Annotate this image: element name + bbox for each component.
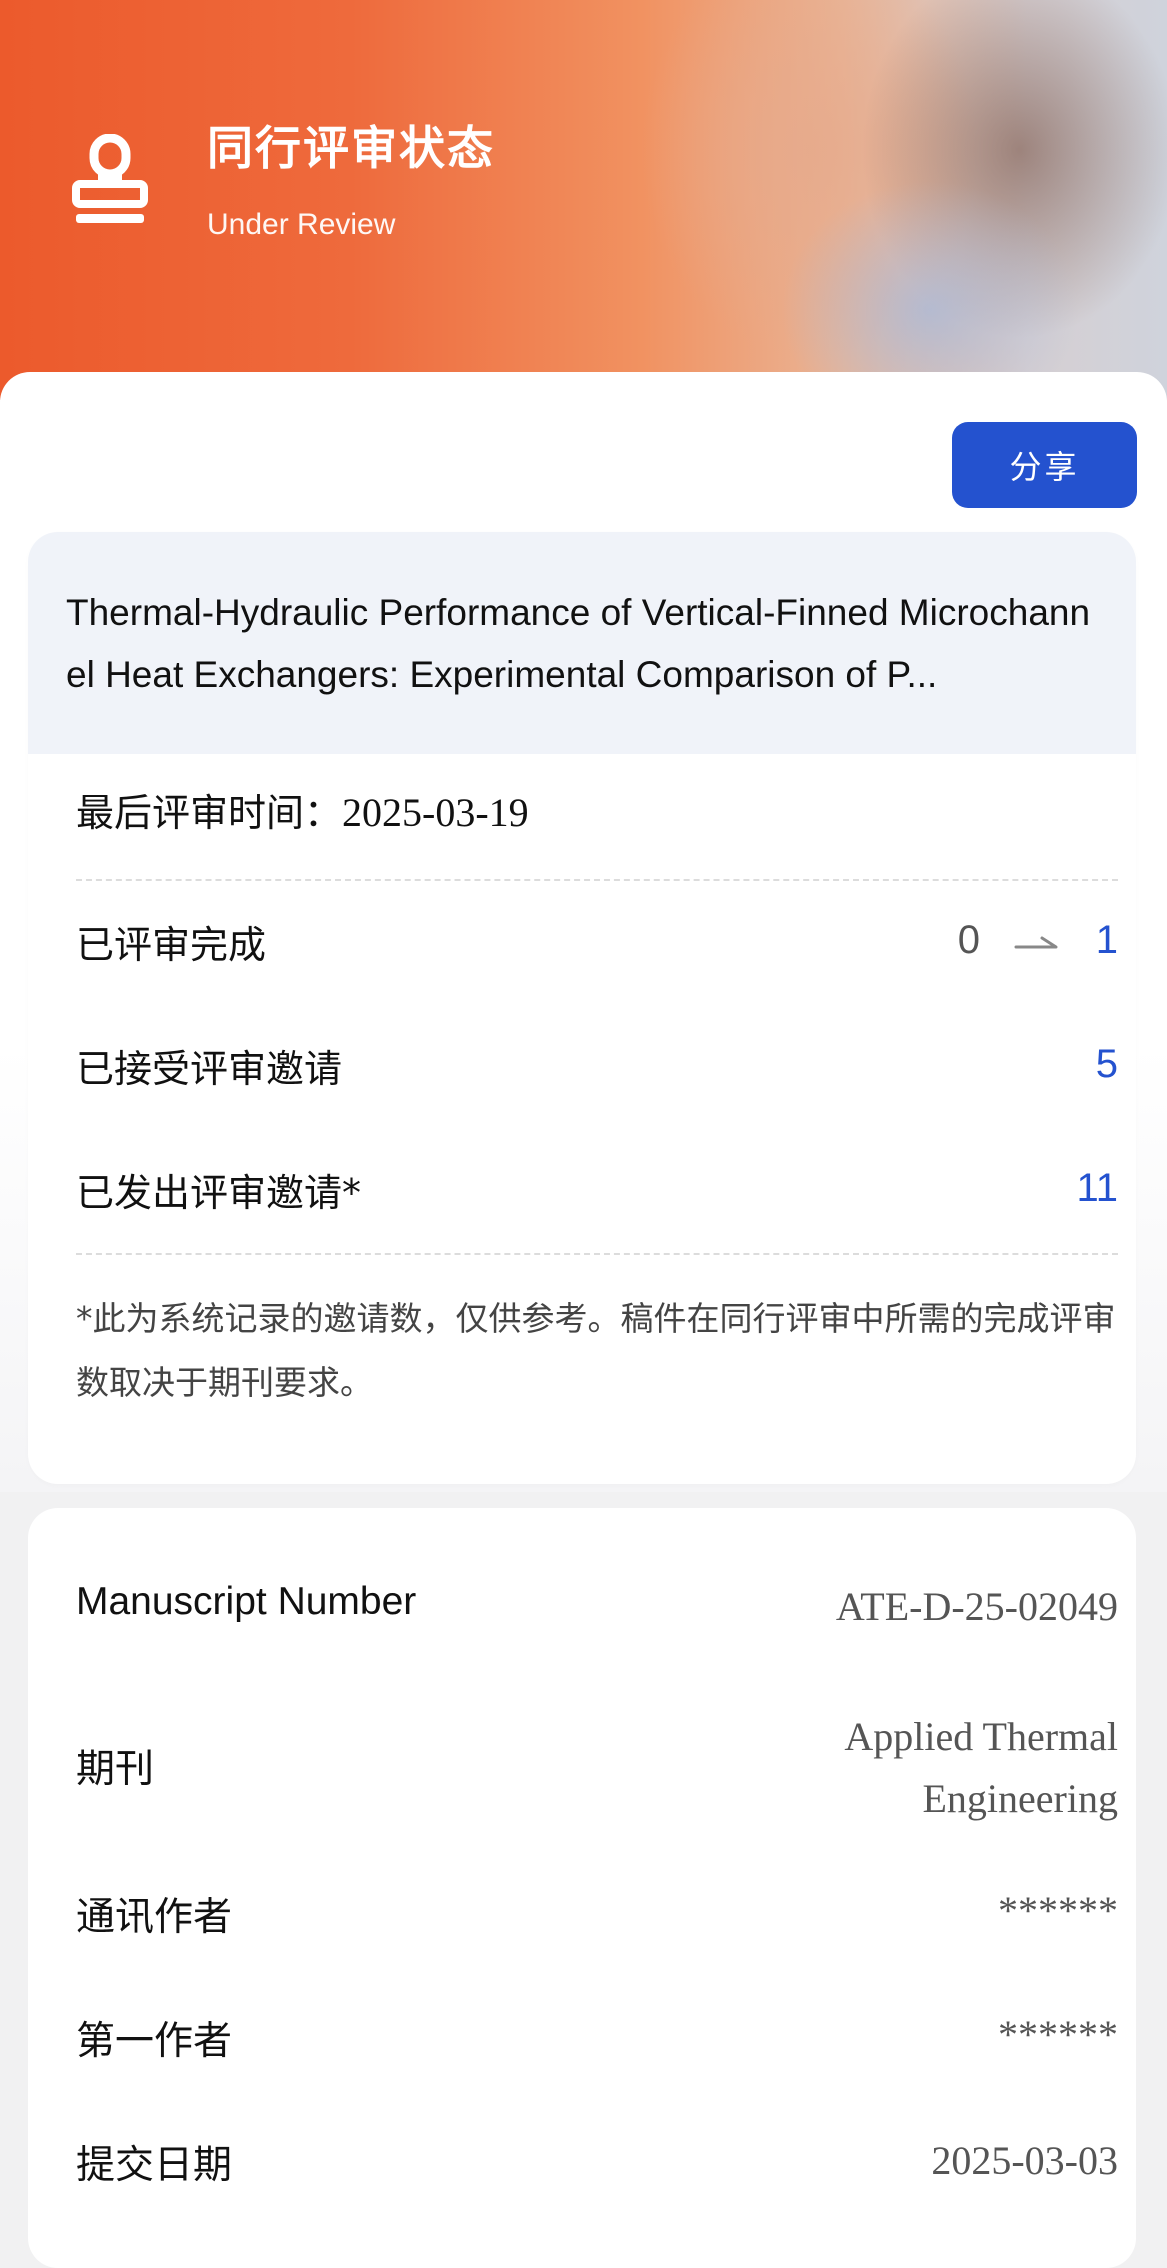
arrow-right-icon [1014,936,1058,949]
accepted-count: 5 [1095,1042,1118,1086]
manuscript-number-row: Manuscript Number ATE-D-25-02049 [76,1580,1118,1642]
accepted-invitations-row: 已接受评审邀请 5 [76,1038,1118,1098]
paper-title-box: Thermal-Hydraulic Performance of Vertica… [28,532,1136,754]
corresponding-author-value: ****** [998,1888,1118,1933]
journal-value: Applied Thermal Engineering [844,1706,1118,1830]
accepted-label: 已接受评审邀请 [76,1047,343,1091]
sent-invitations-row: 已发出评审邀请* 11 [76,1162,1118,1222]
header-banner: 同行评审状态 Under Review [0,0,1167,400]
journal-value-line1: Applied Thermal [844,1714,1118,1759]
last-review-row: 最后评审时间：2025-03-19 [76,782,529,837]
review-status-card: Thermal-Hydraulic Performance of Vertica… [28,532,1136,1484]
first-author-label: 第一作者 [76,2019,233,2064]
manuscript-details-card: Manuscript Number ATE-D-25-02049 期刊 Appl… [28,1508,1136,2268]
invitation-note: *此为系统记录的邀请数，仅供参考。稿件在同行评审中所需的完成评审数取决于期刊要求… [76,1299,1116,1402]
paper-title[interactable]: Thermal-Hydraulic Performance of Vertica… [66,582,1106,706]
journal-label: 期刊 [76,1747,155,1792]
stamp-icon [72,134,148,223]
last-review-label: 最后评审时间： [76,791,343,835]
sent-label: 已发出评审邀请* [76,1171,362,1215]
journal-row: 期刊 Applied Thermal Engineering [76,1706,1118,1830]
journal-value-line2: Engineering [922,1776,1119,1821]
completed-current-count: 1 [1095,918,1118,962]
first-author-value: ****** [998,2012,1118,2057]
submission-date-value: 2025-03-03 [931,2138,1118,2183]
completed-reviews-row: 已评审完成 0 1 [76,914,1118,974]
submission-date-row: 提交日期 2025-03-03 [76,2134,1118,2196]
corresponding-author-row: 通讯作者 ****** [76,1886,1118,1948]
divider [76,1253,1118,1255]
page-title: 同行评审状态 [207,121,495,175]
last-review-date: 2025-03-19 [342,790,529,835]
manuscript-number-label: Manuscript Number [76,1580,417,1623]
completed-label: 已评审完成 [76,923,267,967]
corresponding-author-label: 通讯作者 [76,1895,233,1940]
status-subtitle: Under Review [207,208,396,241]
manuscript-number-value: ATE-D-25-02049 [835,1584,1118,1629]
divider [76,879,1118,881]
completed-previous-count: 0 [957,918,980,962]
sent-count: 11 [1076,1166,1118,1210]
share-button[interactable]: 分享 [952,422,1137,508]
first-author-row: 第一作者 ****** [76,2010,1118,2072]
submission-date-label: 提交日期 [76,2143,233,2188]
